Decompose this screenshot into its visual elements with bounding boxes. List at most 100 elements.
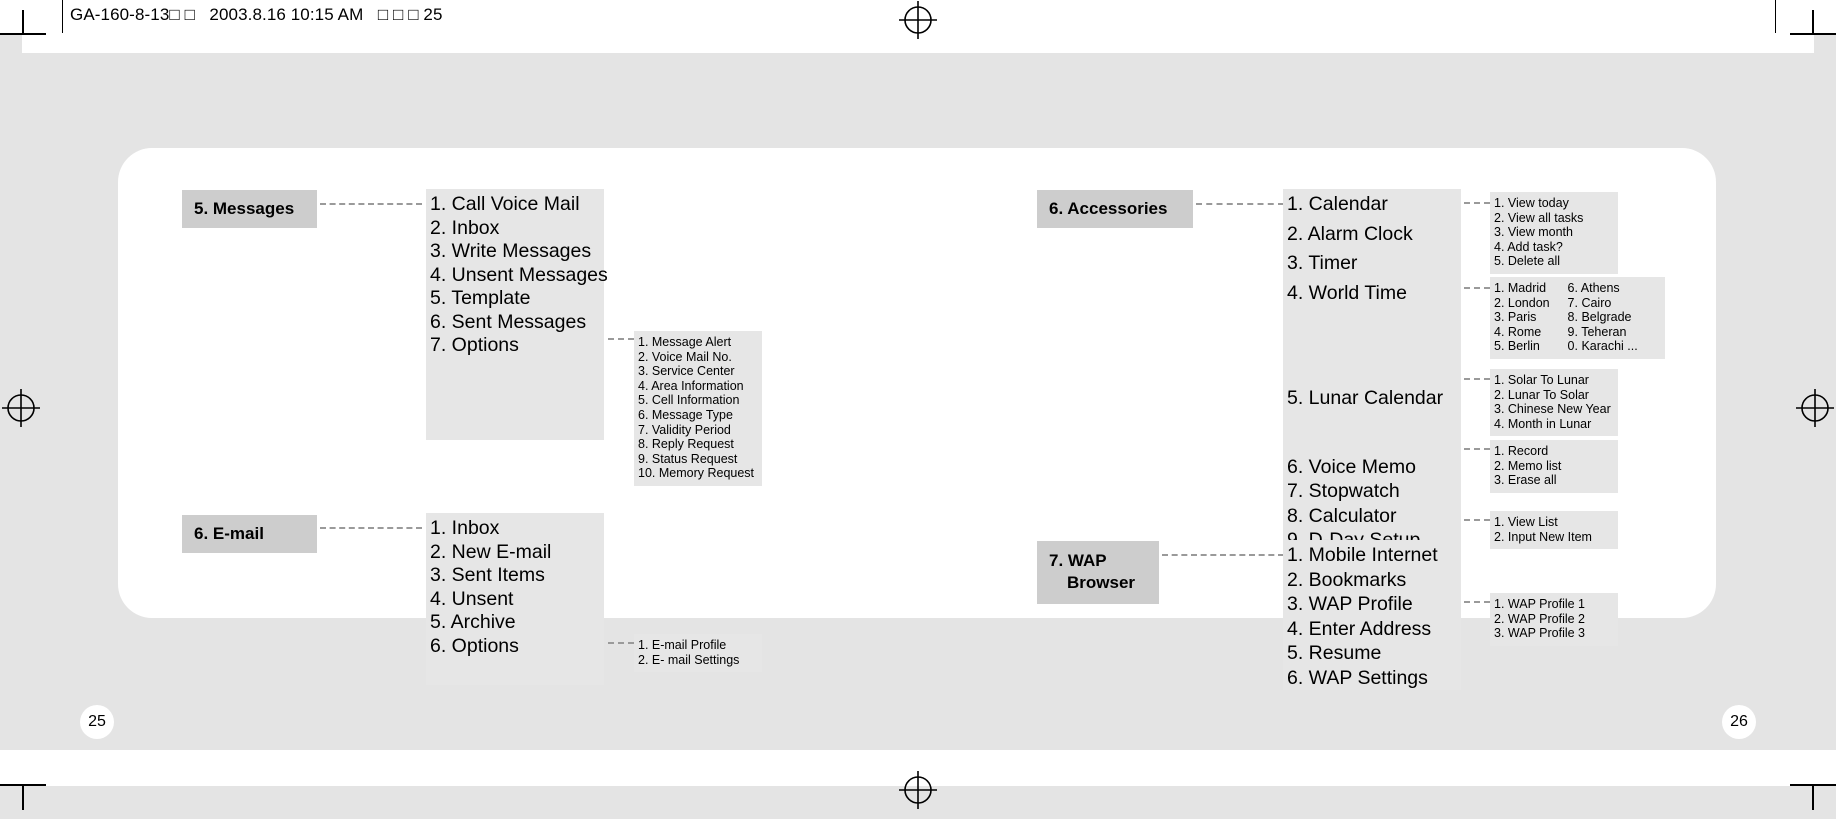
- menu-item[interactable]: 3. View month: [1494, 225, 1610, 240]
- menu-item[interactable]: 3. Write Messages: [430, 240, 594, 264]
- connector-calendar: [1464, 202, 1490, 204]
- menu-item[interactable]: 5. Delete all: [1494, 254, 1610, 269]
- menu-item[interactable]: 4. Rome: [1494, 325, 1568, 340]
- manual-page: GA-160-8-13□ □ 2003.8.16 10:15 AM □ □ □ …: [0, 0, 1836, 819]
- menu-item[interactable]: 4. World Time: [1287, 282, 1451, 306]
- menu-item[interactable]: 4. Month in Lunar: [1494, 417, 1610, 432]
- menu-item[interactable]: 7. Cairo: [1568, 296, 1657, 311]
- menu-item[interactable]: 1. Solar To Lunar: [1494, 373, 1610, 388]
- page-number-right: 26: [1722, 705, 1756, 739]
- menu-item[interactable]: 1. Madrid: [1494, 281, 1568, 296]
- connector-wap-browser: [1162, 554, 1284, 556]
- trim-mark-tr-v: [1812, 10, 1814, 34]
- menu-item[interactable]: 2. Bookmarks: [1287, 569, 1451, 593]
- menu-item[interactable]: 1. Record: [1494, 444, 1610, 459]
- menu-item[interactable]: 3. WAP Profile 3: [1494, 626, 1610, 641]
- menu-item[interactable]: 1. WAP Profile 1: [1494, 597, 1610, 612]
- menu-item[interactable]: 5. Resume: [1287, 642, 1451, 666]
- menu-item[interactable]: 1. Message Alert: [638, 335, 754, 350]
- menu-item[interactable]: 7. Validity Period: [638, 423, 754, 438]
- menu-item[interactable]: 6. Athens: [1568, 281, 1657, 296]
- menu-email-options: 1. E-mail Profile 2. E- mail Settings: [634, 634, 762, 673]
- menu-email: 1. Inbox 2. New E-mail 3. Sent Items 4. …: [426, 513, 604, 685]
- menu-item[interactable]: 3. Chinese New Year: [1494, 402, 1611, 417]
- node-email[interactable]: 6. E-mail: [182, 515, 317, 553]
- menu-item[interactable]: 6. Options: [430, 635, 594, 659]
- menu-item[interactable]: 1. View List: [1494, 515, 1610, 530]
- registration-mark-right: [1796, 389, 1834, 427]
- page-number-left: 25: [80, 705, 114, 739]
- registration-mark-bottom: [899, 771, 937, 809]
- menu-item[interactable]: 2. Alarm Clock: [1287, 223, 1451, 247]
- world-time-column-1: 1. Madrid 2. London 3. Paris 4. Rome 5. …: [1494, 281, 1568, 354]
- menu-item[interactable]: 8. Calculator: [1287, 505, 1451, 529]
- menu-item[interactable]: 4. Add task?: [1494, 240, 1610, 255]
- menu-item[interactable]: 2. Memo list: [1494, 459, 1610, 474]
- menu-item[interactable]: 7. Stopwatch: [1287, 480, 1451, 504]
- connector-messages: [320, 203, 422, 205]
- menu-item[interactable]: 2. London: [1494, 296, 1568, 311]
- menu-wap-browser: 1. Mobile Internet 2. Bookmarks 3. WAP P…: [1283, 540, 1461, 690]
- menu-wap-profile: 1. WAP Profile 1 2. WAP Profile 2 3. WAP…: [1490, 593, 1618, 646]
- page-number-left-value: 25: [88, 713, 106, 730]
- menu-item[interactable]: 3. Service Center: [638, 364, 754, 379]
- node-messages[interactable]: 5. Messages: [182, 190, 317, 228]
- menu-item[interactable]: 5. Cell Information: [638, 393, 754, 408]
- menu-item[interactable]: 6. Voice Memo: [1287, 456, 1451, 480]
- menu-item[interactable]: 6. Message Type: [638, 408, 754, 423]
- menu-item[interactable]: 8. Belgrade: [1568, 310, 1657, 325]
- menu-item[interactable]: 1. Mobile Internet: [1287, 544, 1451, 568]
- menu-item[interactable]: 2. E- mail Settings: [638, 653, 754, 668]
- menu-voice-memo: 1. Record 2. Memo list 3. Erase all: [1490, 440, 1618, 493]
- content-card: [118, 148, 1716, 618]
- menu-item[interactable]: 3. Paris: [1494, 310, 1568, 325]
- menu-item[interactable]: 1. View today: [1494, 196, 1610, 211]
- menu-item[interactable]: 5. Template: [430, 287, 594, 311]
- menu-item[interactable]: 3. Sent Items: [430, 564, 594, 588]
- trim-mark-br-v: [1812, 786, 1814, 810]
- menu-item[interactable]: 2. Input New Item: [1494, 530, 1610, 545]
- menu-item[interactable]: 2. New E-mail: [430, 541, 594, 565]
- node-wap-browser[interactable]: 7. WAP Browser: [1037, 541, 1159, 604]
- menu-item[interactable]: 1. Call Voice Mail: [430, 193, 594, 217]
- menu-item[interactable]: 5. Archive: [430, 611, 594, 635]
- menu-dday-setup: 1. View List 2. Input New Item: [1490, 511, 1618, 550]
- menu-item[interactable]: 2. Inbox: [430, 217, 594, 241]
- menu-item[interactable]: 8. Reply Request: [638, 437, 754, 452]
- menu-item[interactable]: 9. Teheran: [1568, 325, 1657, 340]
- menu-item[interactable]: 4. Enter Address: [1287, 618, 1451, 642]
- menu-item[interactable]: 0. Karachi ...: [1568, 339, 1657, 354]
- menu-item[interactable]: 2. WAP Profile 2: [1494, 612, 1610, 627]
- connector-accessories: [1196, 203, 1284, 205]
- menu-item[interactable]: 4. Unsent: [430, 588, 594, 612]
- menu-item[interactable]: 3. Timer: [1287, 252, 1451, 276]
- menu-item[interactable]: 7. Options: [430, 334, 594, 358]
- menu-item[interactable]: 4. Area Information: [638, 379, 754, 394]
- node-accessories[interactable]: 6. Accessories: [1037, 190, 1193, 228]
- menu-item[interactable]: 4. Unsent Messages: [430, 264, 608, 288]
- trim-mark-bl-v: [22, 786, 24, 810]
- connector-dday-setup: [1464, 519, 1490, 521]
- menu-item[interactable]: 2. Lunar To Solar: [1494, 388, 1610, 403]
- menu-lunar-calendar: 1. Solar To Lunar 2. Lunar To Solar 3. C…: [1490, 369, 1618, 437]
- connector-voice-memo: [1464, 448, 1490, 450]
- menu-item[interactable]: 2. Voice Mail No.: [638, 350, 754, 365]
- menu-item[interactable]: 9. Status Request: [638, 452, 754, 467]
- header-rule-right: [1775, 0, 1776, 33]
- menu-item[interactable]: 10. Memory Request: [638, 466, 754, 481]
- menu-item[interactable]: 5. Lunar Calendar: [1287, 387, 1451, 411]
- menu-item[interactable]: 3. WAP Profile: [1287, 593, 1451, 617]
- menu-item[interactable]: 1. E-mail Profile: [638, 638, 754, 653]
- menu-item[interactable]: 5. Berlin: [1494, 339, 1568, 354]
- connector-wap-profile: [1464, 601, 1490, 603]
- registration-mark-left: [2, 389, 40, 427]
- menu-item[interactable]: 1. Inbox: [430, 517, 594, 541]
- menu-item[interactable]: 2. View all tasks: [1494, 211, 1610, 226]
- menu-item[interactable]: 3. Erase all: [1494, 473, 1610, 488]
- menu-item[interactable]: 6. Sent Messages: [430, 311, 594, 335]
- menu-item[interactable]: 1. Calendar: [1287, 193, 1451, 217]
- menu-item[interactable]: 6. WAP Settings: [1287, 667, 1451, 691]
- node-messages-label: 5. Messages: [194, 199, 295, 218]
- connector-email-options: [608, 642, 634, 644]
- page-number-right-value: 26: [1730, 713, 1748, 730]
